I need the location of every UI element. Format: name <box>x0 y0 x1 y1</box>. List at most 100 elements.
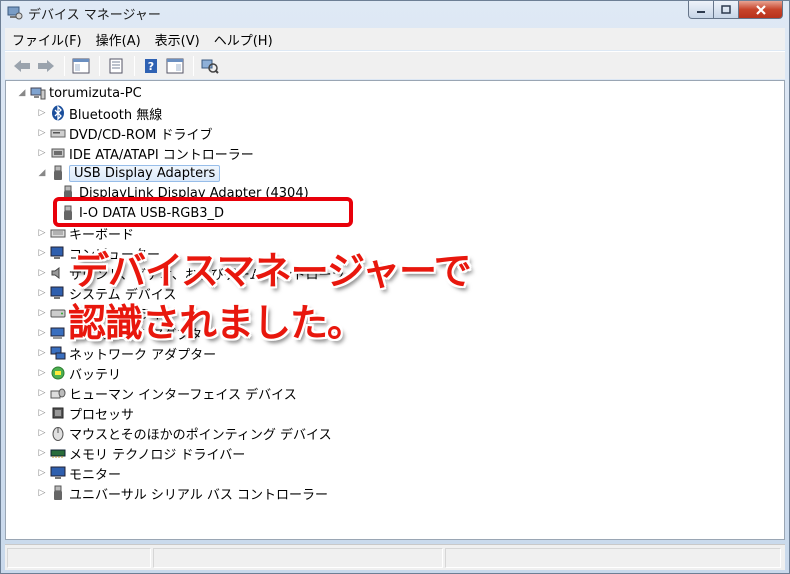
tree-item-label: マウスとそのほかのポインティング デバイス <box>69 427 332 443</box>
expand-arrow-icon[interactable]: ▷ <box>36 228 48 238</box>
scan-hardware-icon <box>201 59 219 74</box>
show-hide-console-tree-button[interactable] <box>70 55 92 77</box>
tree-item[interactable]: ▷ マウスとそのほかのポインティング デバイス <box>36 423 332 443</box>
minimize-button[interactable] <box>688 1 714 19</box>
tree-item-label: USB Display Adapters <box>69 164 221 182</box>
hid-icon <box>50 385 66 401</box>
tree-item-label: ユニバーサル シリアル バス コントローラー <box>69 487 329 503</box>
tree-item-label: IDE ATA/ATAPI コントローラー <box>69 147 254 163</box>
computer-icon <box>50 245 66 261</box>
forward-button[interactable] <box>35 55 57 77</box>
close-button[interactable] <box>739 1 783 19</box>
back-button[interactable] <box>11 55 33 77</box>
monitor-icon <box>50 465 66 481</box>
svg-text:?: ? <box>148 60 154 73</box>
menu-bar: ファイル(F) 操作(A) 表示(V) ヘルプ(H) <box>5 28 785 50</box>
processor-icon <box>50 405 66 421</box>
tree-item[interactable]: ▷ プロセッサ <box>36 403 134 423</box>
minimize-icon <box>697 10 705 13</box>
memory-icon <box>50 445 66 461</box>
network-icon <box>50 345 66 361</box>
window-title: デバイス マネージャー <box>28 8 161 23</box>
menu-file[interactable]: ファイル(F) <box>5 30 89 49</box>
tree-item-label: Bluetooth 無線 <box>69 107 163 123</box>
disk-drive-icon <box>50 305 66 321</box>
toolbar-separator <box>99 55 100 76</box>
console-tree-icon <box>72 58 90 73</box>
expand-arrow-icon[interactable]: ▷ <box>36 468 48 478</box>
ide-controller-icon <box>50 145 66 161</box>
device-manager-app-icon <box>7 5 23 21</box>
menu-view[interactable]: 表示(V) <box>148 30 207 49</box>
tree-item-usb-display-adapters[interactable]: ◢ USB Display Adapters <box>36 163 221 183</box>
speaker-icon <box>50 265 66 281</box>
expand-arrow-icon[interactable]: ▷ <box>36 248 48 258</box>
back-arrow-icon <box>14 59 30 72</box>
tree-item[interactable]: ▷ ユニバーサル シリアル バス コントローラー <box>36 483 328 503</box>
help-icon: ? <box>145 58 157 73</box>
system-device-icon <box>50 285 66 301</box>
expand-arrow-icon[interactable]: ▷ <box>36 368 48 378</box>
toolbar-separator <box>193 55 194 76</box>
status-bar-segment <box>7 548 151 568</box>
toolbar-separator <box>134 55 135 76</box>
mouse-icon <box>50 425 66 441</box>
callout-text-line1: デバイスマネージャーで <box>71 249 472 293</box>
computer-icon <box>30 85 46 101</box>
status-bar-segment <box>445 548 781 568</box>
status-bar-segment <box>153 548 443 568</box>
maximize-button[interactable] <box>714 1 739 19</box>
tree-item[interactable]: ▷ ヒューマン インターフェイス デバイス <box>36 383 297 403</box>
tree-item-label: メモリ テクノロジ ドライバー <box>69 447 246 463</box>
tree-item[interactable]: ▷ IDE ATA/ATAPI コントローラー <box>36 143 254 163</box>
properties-icon <box>109 58 123 73</box>
caption-buttons <box>688 1 783 19</box>
expand-arrow-icon[interactable]: ▷ <box>36 388 48 398</box>
expand-arrow-icon[interactable]: ▷ <box>36 408 48 418</box>
tree-item-label: DVD/CD-ROM ドライブ <box>69 127 213 143</box>
status-bar <box>5 544 785 570</box>
close-icon <box>755 4 766 15</box>
expand-arrow-icon[interactable]: ▷ <box>36 128 48 138</box>
expand-arrow-icon[interactable]: ▷ <box>36 488 48 498</box>
tree-item[interactable]: ▷ メモリ テクノロジ ドライバー <box>36 443 246 463</box>
tree-root[interactable]: ◢ torumizuta-PC <box>16 83 142 103</box>
tree-item[interactable]: ▷ DVD/CD-ROM ドライブ <box>36 123 213 143</box>
expand-arrow-icon[interactable]: ▷ <box>36 348 48 358</box>
tree-item[interactable]: ▷ モニター <box>36 463 121 483</box>
maximize-icon <box>721 5 731 14</box>
scan-hardware-button[interactable] <box>199 55 221 77</box>
action-pane-icon <box>166 58 184 73</box>
toolbar-separator <box>64 55 65 76</box>
tree-item-label: バッテリ <box>69 367 122 383</box>
help-button[interactable]: ? <box>140 55 162 77</box>
expand-arrow-icon[interactable]: ▷ <box>36 448 48 458</box>
expand-arrow-icon[interactable]: ▷ <box>36 428 48 438</box>
expand-arrow-icon[interactable]: ▷ <box>36 268 48 278</box>
expand-arrow-icon[interactable]: ▷ <box>36 308 48 318</box>
tree-item-label: モニター <box>69 467 122 483</box>
display-adapter-icon <box>50 325 66 341</box>
toolbar: ? <box>5 51 785 79</box>
expand-arrow-icon[interactable]: ▷ <box>36 148 48 158</box>
expand-arrow-icon[interactable]: ▷ <box>36 108 48 118</box>
battery-icon <box>50 365 66 381</box>
collapse-arrow-icon[interactable]: ◢ <box>16 88 28 98</box>
forward-arrow-icon <box>38 59 54 72</box>
highlight-box <box>53 197 353 227</box>
tree-item[interactable]: ▷ バッテリ <box>36 363 121 383</box>
properties-button[interactable] <box>105 55 127 77</box>
usb-icon <box>50 165 66 181</box>
collapse-arrow-icon[interactable]: ◢ <box>36 168 48 178</box>
disc-drive-icon <box>50 125 66 141</box>
expand-arrow-icon[interactable]: ▷ <box>36 328 48 338</box>
menu-action[interactable]: 操作(A) <box>89 30 148 49</box>
callout-text-line2: 認識されました。 <box>68 301 365 345</box>
title-bar[interactable]: デバイス マネージャー <box>1 1 789 25</box>
menu-help[interactable]: ヘルプ(H) <box>207 30 280 49</box>
tree-item[interactable]: ▷ Bluetooth 無線 <box>36 103 162 123</box>
keyboard-icon <box>50 225 66 241</box>
expand-arrow-icon[interactable]: ▷ <box>36 288 48 298</box>
bluetooth-icon <box>50 105 66 121</box>
action-pane-button[interactable] <box>164 55 186 77</box>
